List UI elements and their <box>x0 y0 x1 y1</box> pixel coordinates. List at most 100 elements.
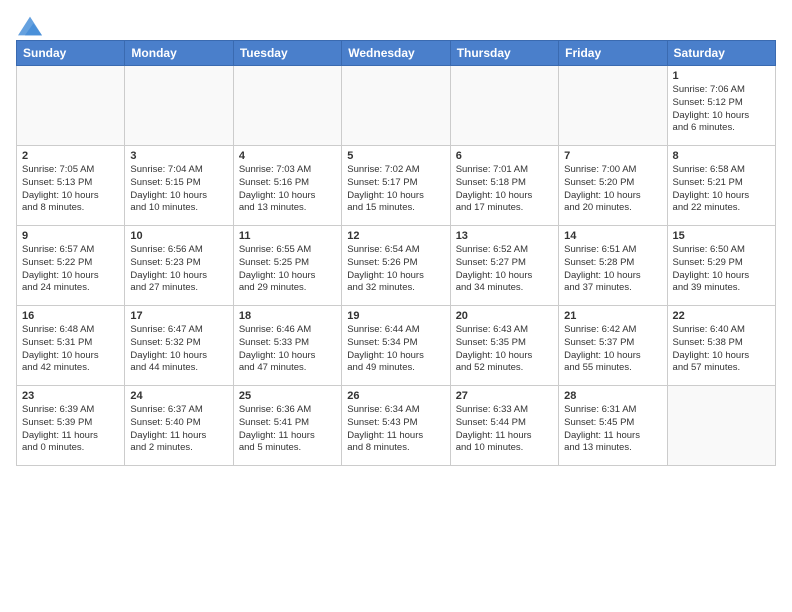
day-number: 2 <box>22 150 119 162</box>
day-info: Sunrise: 6:56 AM Sunset: 5:23 PM Dayligh… <box>130 244 227 295</box>
calendar-cell: 5 Sunrise: 7:02 AM Sunset: 5:17 PM Daylig… <box>342 146 450 226</box>
calendar-header-sunday: Sunday <box>17 41 125 66</box>
calendar-cell <box>233 66 341 146</box>
day-number: 14 <box>564 230 661 242</box>
day-number: 3 <box>130 150 227 162</box>
calendar-cell <box>450 66 558 146</box>
day-number: 10 <box>130 230 227 242</box>
day-number: 16 <box>22 310 119 322</box>
calendar-cell: 9Sunrise: 6:57 AM Sunset: 5:22 PM Daylig… <box>17 226 125 306</box>
header <box>16 16 776 32</box>
calendar-week-4: 23 Sunrise: 6:39 AM Sunset: 5:39 PM Dayli… <box>17 386 776 466</box>
day-info: Sunrise: 6:46 AM Sunset: 5:33 PM Dayligh… <box>239 324 336 375</box>
day-number: 8 <box>673 150 770 162</box>
day-number: 21 <box>564 310 661 322</box>
day-number: 15 <box>673 230 770 242</box>
day-info: Sunrise: 6:58 AM Sunset: 5:21 PM Dayligh… <box>673 164 770 215</box>
calendar-cell: 16 Sunrise: 6:48 AM Sunset: 5:31 PM Dayli… <box>17 306 125 386</box>
calendar-cell: 26Sunrise: 6:34 AM Sunset: 5:43 PM Dayli… <box>342 386 450 466</box>
calendar-week-2: 9Sunrise: 6:57 AM Sunset: 5:22 PM Daylig… <box>17 226 776 306</box>
day-info: Sunrise: 7:06 AM Sunset: 5:12 PM Dayligh… <box>673 84 770 135</box>
day-number: 19 <box>347 310 444 322</box>
day-info: Sunrise: 6:31 AM Sunset: 5:45 PM Dayligh… <box>564 404 661 455</box>
calendar-cell: 18 Sunrise: 6:46 AM Sunset: 5:33 PM Dayli… <box>233 306 341 386</box>
day-info: Sunrise: 6:34 AM Sunset: 5:43 PM Dayligh… <box>347 404 444 455</box>
calendar-header-row: SundayMondayTuesdayWednesdayThursdayFrid… <box>17 41 776 66</box>
day-info: Sunrise: 7:01 AM Sunset: 5:18 PM Dayligh… <box>456 164 553 215</box>
calendar-cell: 3 Sunrise: 7:04 AM Sunset: 5:15 PM Daylig… <box>125 146 233 226</box>
calendar-cell: 4 Sunrise: 7:03 AM Sunset: 5:16 PM Daylig… <box>233 146 341 226</box>
day-info: Sunrise: 6:42 AM Sunset: 5:37 PM Dayligh… <box>564 324 661 375</box>
calendar-cell <box>559 66 667 146</box>
day-info: Sunrise: 7:05 AM Sunset: 5:13 PM Dayligh… <box>22 164 119 215</box>
calendar-cell: 21 Sunrise: 6:42 AM Sunset: 5:37 PM Dayli… <box>559 306 667 386</box>
day-number: 13 <box>456 230 553 242</box>
day-info: Sunrise: 7:02 AM Sunset: 5:17 PM Dayligh… <box>347 164 444 215</box>
calendar-header-monday: Monday <box>125 41 233 66</box>
calendar-week-1: 2 Sunrise: 7:05 AM Sunset: 5:13 PM Daylig… <box>17 146 776 226</box>
day-info: Sunrise: 7:04 AM Sunset: 5:15 PM Dayligh… <box>130 164 227 215</box>
day-number: 7 <box>564 150 661 162</box>
day-info: Sunrise: 6:50 AM Sunset: 5:29 PM Dayligh… <box>673 244 770 295</box>
calendar-cell: 7 Sunrise: 7:00 AM Sunset: 5:20 PM Daylig… <box>559 146 667 226</box>
day-number: 11 <box>239 230 336 242</box>
day-info: Sunrise: 6:48 AM Sunset: 5:31 PM Dayligh… <box>22 324 119 375</box>
calendar-cell: 1 Sunrise: 7:06 AM Sunset: 5:12 PM Daylig… <box>667 66 775 146</box>
calendar-cell: 8 Sunrise: 6:58 AM Sunset: 5:21 PM Daylig… <box>667 146 775 226</box>
calendar-cell: 19 Sunrise: 6:44 AM Sunset: 5:34 PM Dayli… <box>342 306 450 386</box>
day-info: Sunrise: 7:00 AM Sunset: 5:20 PM Dayligh… <box>564 164 661 215</box>
day-number: 22 <box>673 310 770 322</box>
day-info: Sunrise: 6:40 AM Sunset: 5:38 PM Dayligh… <box>673 324 770 375</box>
day-number: 4 <box>239 150 336 162</box>
day-number: 18 <box>239 310 336 322</box>
calendar-cell: 6 Sunrise: 7:01 AM Sunset: 5:18 PM Daylig… <box>450 146 558 226</box>
day-number: 23 <box>22 390 119 402</box>
day-number: 20 <box>456 310 553 322</box>
calendar-week-0: 1 Sunrise: 7:06 AM Sunset: 5:12 PM Daylig… <box>17 66 776 146</box>
calendar-cell: 22 Sunrise: 6:40 AM Sunset: 5:38 PM Dayli… <box>667 306 775 386</box>
day-info: Sunrise: 7:03 AM Sunset: 5:16 PM Dayligh… <box>239 164 336 215</box>
day-number: 25 <box>239 390 336 402</box>
day-number: 6 <box>456 150 553 162</box>
calendar-header-friday: Friday <box>559 41 667 66</box>
day-info: Sunrise: 6:55 AM Sunset: 5:25 PM Dayligh… <box>239 244 336 295</box>
calendar-cell: 24 Sunrise: 6:37 AM Sunset: 5:40 PM Dayli… <box>125 386 233 466</box>
calendar-cell: 2 Sunrise: 7:05 AM Sunset: 5:13 PM Daylig… <box>17 146 125 226</box>
day-number: 12 <box>347 230 444 242</box>
day-info: Sunrise: 6:52 AM Sunset: 5:27 PM Dayligh… <box>456 244 553 295</box>
day-info: Sunrise: 6:39 AM Sunset: 5:39 PM Dayligh… <box>22 404 119 455</box>
calendar-cell: 13 Sunrise: 6:52 AM Sunset: 5:27 PM Dayli… <box>450 226 558 306</box>
day-info: Sunrise: 6:37 AM Sunset: 5:40 PM Dayligh… <box>130 404 227 455</box>
calendar-header-thursday: Thursday <box>450 41 558 66</box>
day-number: 5 <box>347 150 444 162</box>
calendar-cell: 11 Sunrise: 6:55 AM Sunset: 5:25 PM Dayli… <box>233 226 341 306</box>
day-number: 17 <box>130 310 227 322</box>
calendar-cell: 28Sunrise: 6:31 AM Sunset: 5:45 PM Dayli… <box>559 386 667 466</box>
logo-icon <box>18 16 42 36</box>
calendar-cell: 27 Sunrise: 6:33 AM Sunset: 5:44 PM Dayli… <box>450 386 558 466</box>
calendar-header-tuesday: Tuesday <box>233 41 341 66</box>
day-info: Sunrise: 6:51 AM Sunset: 5:28 PM Dayligh… <box>564 244 661 295</box>
day-info: Sunrise: 6:36 AM Sunset: 5:41 PM Dayligh… <box>239 404 336 455</box>
day-info: Sunrise: 6:43 AM Sunset: 5:35 PM Dayligh… <box>456 324 553 375</box>
calendar-cell: 12 Sunrise: 6:54 AM Sunset: 5:26 PM Dayli… <box>342 226 450 306</box>
calendar-header-wednesday: Wednesday <box>342 41 450 66</box>
day-number: 9 <box>22 230 119 242</box>
calendar-week-3: 16 Sunrise: 6:48 AM Sunset: 5:31 PM Dayli… <box>17 306 776 386</box>
day-number: 1 <box>673 70 770 82</box>
day-number: 27 <box>456 390 553 402</box>
calendar-cell: 20 Sunrise: 6:43 AM Sunset: 5:35 PM Dayli… <box>450 306 558 386</box>
calendar-cell <box>667 386 775 466</box>
logo <box>16 16 42 32</box>
day-info: Sunrise: 6:44 AM Sunset: 5:34 PM Dayligh… <box>347 324 444 375</box>
calendar-cell: 15 Sunrise: 6:50 AM Sunset: 5:29 PM Dayli… <box>667 226 775 306</box>
calendar-cell <box>125 66 233 146</box>
day-info: Sunrise: 6:47 AM Sunset: 5:32 PM Dayligh… <box>130 324 227 375</box>
calendar-header-saturday: Saturday <box>667 41 775 66</box>
day-info: Sunrise: 6:54 AM Sunset: 5:26 PM Dayligh… <box>347 244 444 295</box>
day-number: 24 <box>130 390 227 402</box>
calendar-cell <box>17 66 125 146</box>
day-info: Sunrise: 6:33 AM Sunset: 5:44 PM Dayligh… <box>456 404 553 455</box>
page-container: SundayMondayTuesdayWednesdayThursdayFrid… <box>0 0 792 474</box>
calendar-cell: 25 Sunrise: 6:36 AM Sunset: 5:41 PM Dayli… <box>233 386 341 466</box>
